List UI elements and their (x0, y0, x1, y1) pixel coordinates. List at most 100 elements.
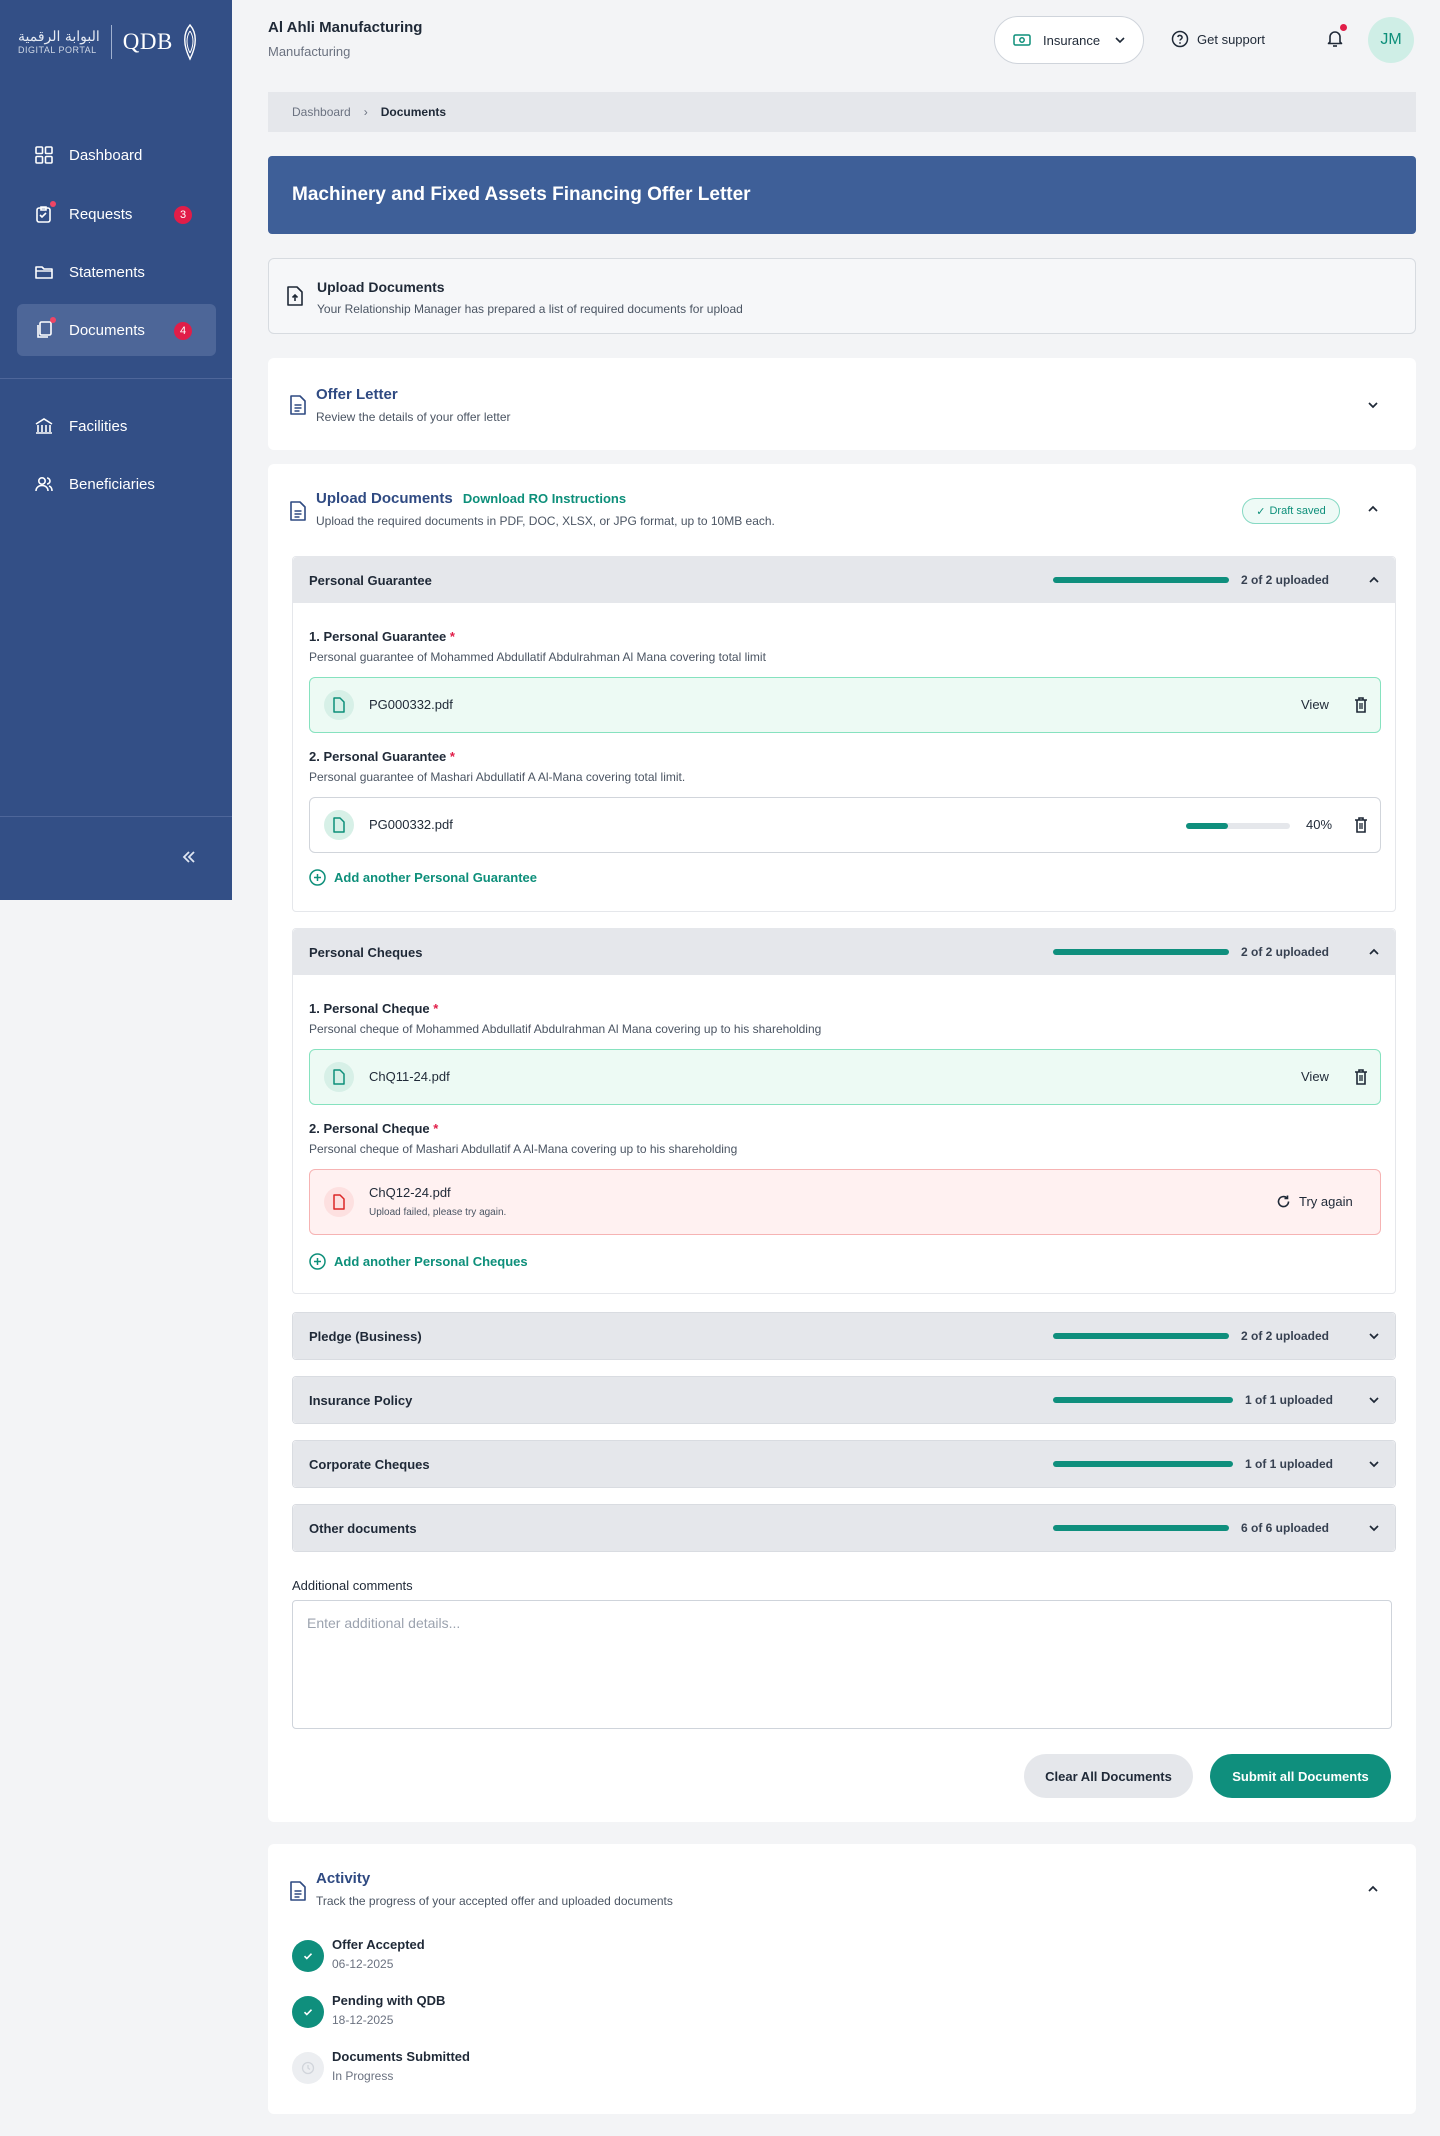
section-header[interactable]: Pledge (Business) 2 of 2 uploaded (293, 1313, 1395, 1359)
sidebar-item-dashboard[interactable]: Dashboard (17, 129, 216, 181)
sidebar-item-label: Requests (69, 205, 133, 223)
upload-section-title-text: Upload Documents (316, 490, 453, 507)
collapse-sidebar-button[interactable] (181, 848, 197, 871)
section-header[interactable]: Personal Cheques 2 of 2 uploaded (293, 929, 1395, 975)
file-icon (324, 1062, 354, 1092)
sidebar-item-statements[interactable]: Statements (17, 246, 216, 298)
product-select[interactable]: Insurance (994, 16, 1144, 64)
file-icon (324, 810, 354, 840)
trash-icon[interactable] (1354, 1068, 1368, 1086)
download-ro-instructions-link[interactable]: Download RO Instructions (463, 491, 626, 506)
breadcrumb-current: Documents (380, 105, 447, 119)
section-title: Corporate Cheques (309, 1456, 430, 1472)
section-count: 2 of 2 uploaded (1241, 1329, 1330, 1343)
document-icon (290, 1881, 306, 1901)
section-other-documents[interactable]: Other documents 6 of 6 uploaded (292, 1504, 1396, 1552)
plus-circle-icon (309, 1253, 326, 1270)
item-description: Personal cheque of Mashari Abdullatif A … (309, 1142, 738, 1156)
file-error-icon (324, 1187, 354, 1217)
step-date: 18-12-2025 (332, 2013, 394, 2027)
sidebar-item-facilities[interactable]: Facilities (17, 400, 216, 452)
qdb-logo[interactable]: البوابة الرقمية DIGITAL PORTAL QDB (18, 22, 201, 62)
documents-count-badge: 4 (174, 322, 192, 340)
required-marker: * (449, 749, 455, 764)
item-description: Personal guarantee of Mashari Abdullatif… (309, 770, 686, 784)
sidebar-item-documents[interactable]: Documents 4 (17, 304, 216, 356)
section-personal-cheques: Personal Cheques 2 of 2 uploaded 1. Pers… (292, 928, 1396, 1294)
pending-clock-icon (292, 2052, 324, 2084)
document-icon (290, 395, 306, 415)
section-personal-guarantee: Personal Guarantee 2 of 2 uploaded 1. Pe… (292, 556, 1396, 912)
section-count: 6 of 6 uploaded (1241, 1521, 1330, 1535)
notification-dot (1340, 24, 1347, 31)
view-file-button[interactable]: View (1301, 1069, 1329, 1084)
offer-letter-subtitle: Review the details of your offer letter (316, 410, 511, 424)
sidebar-item-beneficiaries[interactable]: Beneficiaries (17, 458, 216, 510)
chevron-up-icon (1369, 948, 1379, 955)
additional-comments-input[interactable] (292, 1600, 1392, 1729)
get-support-button[interactable]: Get support (1171, 30, 1265, 48)
check-circle-icon (292, 1940, 324, 1972)
section-header[interactable]: Corporate Cheques 1 of 1 uploaded (293, 1441, 1395, 1487)
breadcrumb-dashboard[interactable]: Dashboard (292, 105, 351, 119)
add-personal-cheques-button[interactable]: Add another Personal Cheques (309, 1253, 528, 1270)
product-select-value: Insurance (1043, 32, 1101, 48)
sidebar-item-requests[interactable]: Requests 3 (17, 188, 216, 240)
section-corporate-cheques[interactable]: Corporate Cheques 1 of 1 uploaded (292, 1440, 1396, 1488)
upload-documents-banner: Upload Documents Your Relationship Manag… (268, 258, 1416, 334)
draft-saved-label: Draft saved (1269, 505, 1326, 517)
chevron-up-icon[interactable] (1366, 502, 1380, 516)
sidebar-divider (0, 816, 232, 817)
folder-icon (34, 262, 54, 282)
trash-icon[interactable] (1354, 696, 1368, 714)
offer-letter-card[interactable]: Offer Letter Review the details of your … (268, 358, 1416, 450)
avatar[interactable]: JM (1368, 17, 1414, 63)
item-description: Personal cheque of Mohammed Abdullatif A… (309, 1022, 822, 1036)
uploaded-file-row: PG000332.pdf View (309, 677, 1381, 733)
chevron-down-icon (1369, 1333, 1379, 1340)
page-title: Machinery and Fixed Assets Financing Off… (268, 156, 1416, 234)
section-progress-bar (1053, 949, 1229, 955)
file-upload-icon (287, 286, 303, 306)
trash-icon[interactable] (1354, 816, 1368, 834)
section-progress-bar (1053, 1461, 1233, 1467)
help-circle-icon (1171, 30, 1189, 48)
grid-icon (34, 145, 54, 165)
upload-error-message: Upload failed, please try again. (369, 1207, 507, 1218)
section-count: 2 of 2 uploaded (1241, 573, 1330, 587)
chevron-up-icon (1369, 576, 1379, 583)
section-header[interactable]: Other documents 6 of 6 uploaded (293, 1505, 1395, 1551)
try-again-button[interactable]: Try again (1276, 1194, 1353, 1209)
qdb-emblem-icon (183, 23, 196, 61)
add-label: Add another Personal Cheques (334, 1254, 528, 1269)
file-name: PG000332.pdf (369, 697, 453, 712)
item-title: 2. Personal Cheque * (309, 1121, 438, 1136)
section-header[interactable]: Insurance Policy 1 of 1 uploaded (293, 1377, 1395, 1423)
section-header[interactable]: Personal Guarantee 2 of 2 uploaded (293, 557, 1395, 603)
chevron-up-icon[interactable] (1366, 1882, 1380, 1896)
sidebar-item-label: Beneficiaries (69, 475, 155, 493)
section-count: 2 of 2 uploaded (1241, 945, 1330, 959)
required-marker: * (433, 1001, 439, 1016)
notification-dot (50, 201, 56, 207)
chevron-down-icon (1369, 1461, 1379, 1468)
bank-icon (34, 416, 54, 436)
section-pledge-business[interactable]: Pledge (Business) 2 of 2 uploaded (292, 1312, 1396, 1360)
file-name: ChQ11-24.pdf (369, 1069, 450, 1084)
company-sector: Manufacturing (268, 44, 351, 59)
chevron-down-icon[interactable] (1366, 398, 1380, 412)
view-file-button[interactable]: View (1301, 697, 1329, 712)
activity-subtitle: Track the progress of your accepted offe… (316, 1894, 673, 1908)
bell-icon[interactable] (1326, 28, 1344, 48)
file-name: ChQ12-24.pdf (369, 1185, 451, 1200)
breadcrumb: Dashboard › Documents (268, 92, 1416, 132)
section-insurance-policy[interactable]: Insurance Policy 1 of 1 uploaded (292, 1376, 1396, 1424)
logo-english-text: DIGITAL PORTAL (18, 45, 97, 55)
submit-all-documents-button[interactable]: Submit all Documents (1210, 1754, 1391, 1798)
upload-banner-subtitle: Your Relationship Manager has prepared a… (317, 302, 743, 316)
section-progress-bar (1053, 1333, 1229, 1339)
add-personal-guarantee-button[interactable]: Add another Personal Guarantee (309, 869, 537, 886)
clear-all-documents-button[interactable]: Clear All Documents (1024, 1754, 1193, 1798)
required-marker: * (433, 1121, 439, 1136)
chevron-down-icon (1369, 1397, 1379, 1404)
